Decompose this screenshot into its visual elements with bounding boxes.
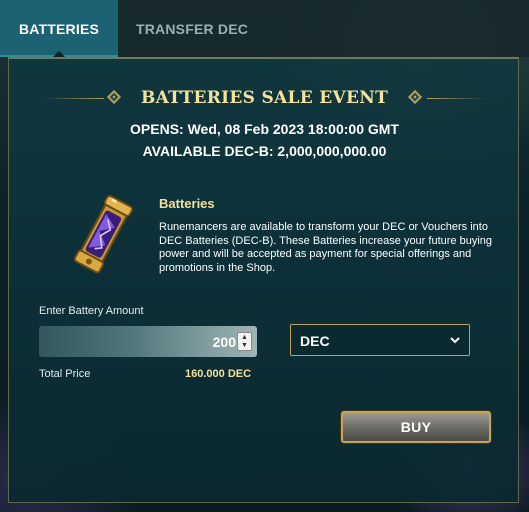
- product-title: Batteries: [159, 196, 215, 211]
- buy-button[interactable]: BUY: [341, 411, 491, 443]
- stepper-up-icon[interactable]: ▲: [241, 334, 248, 342]
- currency-value: DEC: [300, 333, 330, 349]
- battery-crystal-icon: [67, 193, 139, 277]
- tab-bar: BATTERIES TRANSFER DEC: [0, 0, 529, 58]
- currency-select[interactable]: DEC: [290, 324, 470, 356]
- total-price-label: Total Price: [39, 368, 91, 380]
- total-price-value: 160.000 DEC: [185, 368, 252, 380]
- available-dec-b: AVAILABLE DEC-B: 2,000,000,000.00: [142, 143, 387, 159]
- product-description: Runemancers are available to transform y…: [159, 221, 492, 274]
- amount-stepper[interactable]: ▲ ▼: [237, 332, 252, 351]
- tab-transfer-dec[interactable]: TRANSFER DEC: [118, 0, 266, 57]
- stepper-down-icon[interactable]: ▼: [241, 342, 248, 350]
- amount-value: 200: [212, 334, 236, 350]
- sale-panel: BATTERIES SALE EVENT OPENS: Wed, 08 Feb …: [8, 57, 519, 503]
- tab-transfer-dec-label: TRANSFER DEC: [136, 20, 249, 37]
- tab-batteries[interactable]: BATTERIES: [0, 0, 118, 58]
- chevron-down-icon: [450, 337, 460, 344]
- amount-label: Enter Battery Amount: [39, 305, 144, 317]
- battery-amount-input[interactable]: 200 ▲ ▼: [39, 326, 257, 357]
- tab-batteries-label: BATTERIES: [18, 20, 100, 37]
- opens-date: OPENS: Wed, 08 Feb 2023 18:00:00 GMT: [130, 121, 399, 137]
- event-title: BATTERIES SALE EVENT: [140, 88, 389, 108]
